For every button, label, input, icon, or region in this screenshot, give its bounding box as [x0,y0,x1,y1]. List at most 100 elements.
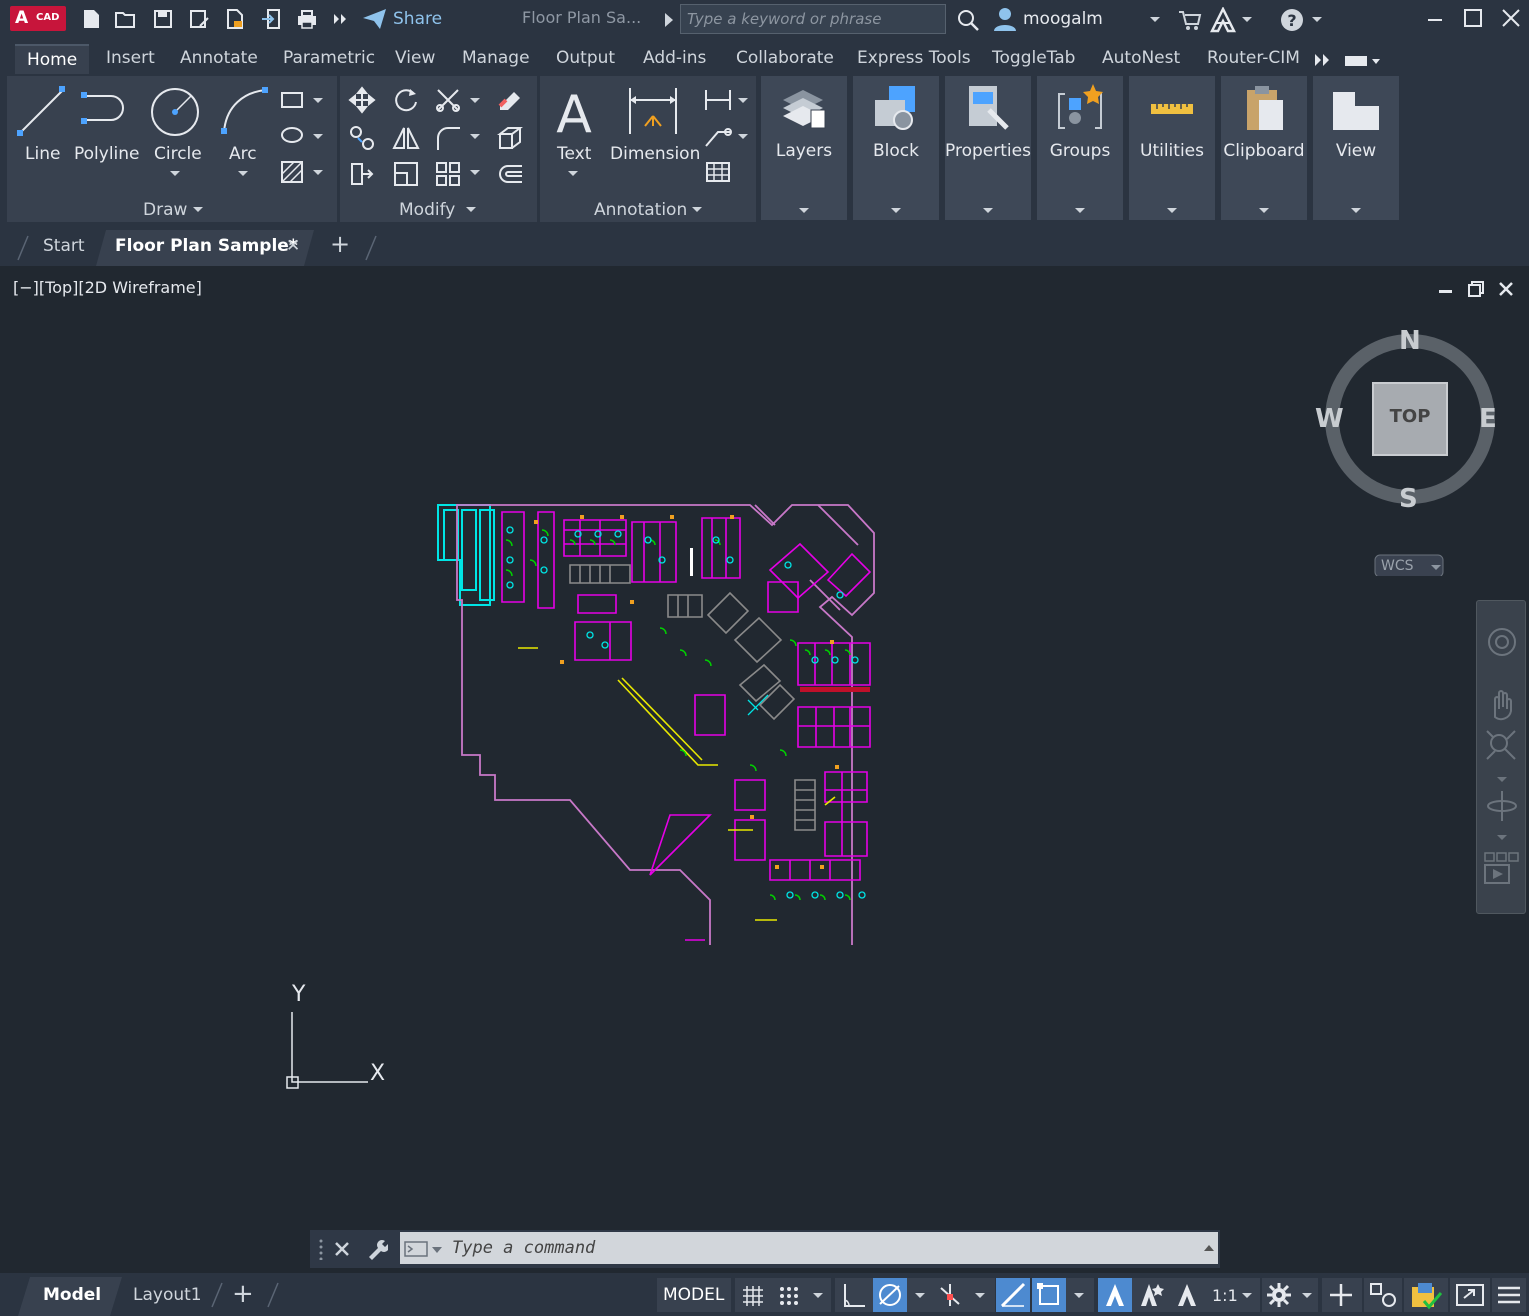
more-tabs-icon[interactable] [1314,53,1334,67]
cart-icon[interactable] [1178,9,1202,31]
mirror-icon[interactable] [392,124,420,152]
chevron-down-icon[interactable] [813,1293,823,1298]
search-input[interactable] [681,5,945,33]
arc-icon[interactable] [220,86,270,136]
add-layout-button[interactable]: + [232,1279,254,1309]
chevron-down-icon[interactable] [1242,17,1252,22]
polyline-icon[interactable] [79,90,133,130]
compass-south[interactable]: S [1399,484,1418,514]
groups-panel[interactable]: Groups [1037,76,1123,220]
hatch-icon[interactable] [280,160,304,184]
polyline-button[interactable]: Polyline [74,144,140,164]
tab-parametric[interactable]: Parametric [283,48,375,74]
clean-screen-button[interactable] [1450,1278,1490,1312]
fillet-icon[interactable] [434,124,462,152]
tab-add-ins[interactable]: Add-ins [643,48,706,74]
customization-menu-button[interactable] [1492,1278,1526,1312]
chevron-down-icon[interactable] [1497,777,1507,782]
ortho-icon[interactable] [841,1282,867,1308]
compass-west[interactable]: W [1315,404,1344,434]
snap-icon[interactable] [777,1284,801,1308]
maximize-icon[interactable] [1464,9,1482,27]
chevron-down-icon[interactable] [1150,17,1160,22]
lineweight-button[interactable] [996,1278,1030,1312]
chevron-down-icon[interactable] [915,1293,925,1298]
move-icon[interactable] [348,86,376,114]
circle-icon[interactable] [149,86,201,138]
search-box[interactable] [680,4,946,34]
chevron-down-icon[interactable] [1302,1293,1312,1298]
chevron-down-icon[interactable] [891,208,901,213]
chevron-down-icon[interactable] [193,207,203,212]
chevron-down-icon[interactable] [1259,208,1269,213]
model-space-button[interactable]: MODEL [657,1278,731,1312]
chevron-down-icon[interactable] [1431,565,1441,570]
trim-icon[interactable] [434,86,462,114]
array-icon[interactable] [496,124,524,152]
chevron-down-icon[interactable] [313,170,323,175]
isolate-objects-button[interactable] [1364,1278,1402,1312]
auto-scale-icon[interactable] [1138,1282,1164,1308]
linear-dim-icon[interactable] [704,88,732,112]
annotation-panel-title[interactable]: Annotation [594,200,687,220]
modify-panel-title[interactable]: Modify [399,200,455,220]
zoom-extents-icon[interactable] [1485,729,1519,763]
chevron-down-icon[interactable] [238,171,248,176]
open-folder-icon[interactable] [114,8,136,30]
copy-icon[interactable] [348,124,376,152]
steering-wheel-icon[interactable] [1487,627,1517,661]
draw-panel-title[interactable]: Draw [143,200,187,220]
new-file-icon[interactable] [80,8,102,30]
command-history-icon[interactable] [404,1241,444,1257]
selection-dropdown[interactable] [1066,1278,1094,1312]
chevron-down-icon[interactable] [1167,208,1177,213]
chevron-down-icon[interactable] [738,134,748,139]
chevron-down-icon[interactable] [470,98,480,103]
help-icon[interactable]: ? [1279,7,1305,33]
rotate-icon[interactable] [392,86,420,114]
rectangle-icon[interactable] [280,90,304,110]
chevron-down-icon[interactable] [1312,17,1322,22]
text-icon[interactable]: A [552,86,596,136]
tab-collaborate[interactable]: Collaborate [736,48,834,74]
floor-plan-drawing[interactable] [430,500,890,945]
viewport-minimize-icon[interactable] [1438,286,1454,294]
annotation-visibility-button[interactable] [1098,1278,1132,1312]
tab-autonest[interactable]: AutoNest [1102,48,1180,74]
chevron-down-icon[interactable] [983,208,993,213]
chevron-down-icon[interactable] [568,171,578,176]
hardware-acceleration-button[interactable] [1404,1278,1448,1312]
orbit-icon[interactable] [1485,789,1519,823]
chevron-down-icon[interactable] [313,134,323,139]
user-icon[interactable] [992,7,1018,31]
scale-icon[interactable] [392,160,420,188]
tab-floor-plan-sample[interactable]: Floor Plan Sample* [115,236,298,256]
dimension-icon[interactable] [626,86,680,136]
tab-start[interactable]: Start [43,236,85,256]
utilities-panel[interactable]: Utilities [1129,76,1215,220]
search-icon[interactable] [956,8,980,32]
circle-button[interactable]: Circle [154,144,202,164]
autodesk-icon[interactable] [1210,7,1236,33]
minimize-icon[interactable] [1428,16,1444,22]
chevron-down-icon[interactable] [799,208,809,213]
drawing-viewport[interactable]: [−][Top][2D Wireframe] N S E W TOP WCS Y… [5,270,1529,1273]
properties-panel[interactable]: Properties [945,76,1031,220]
viewport-controls[interactable]: [−][Top][2D Wireframe] [13,278,202,297]
ribbon-minimize-icon[interactable] [1344,54,1384,68]
chevron-down-icon[interactable] [1242,1293,1252,1298]
tab-annotate[interactable]: Annotate [180,48,258,74]
tab-toggletab[interactable]: ToggleTab [992,48,1075,74]
chevron-down-icon[interactable] [692,207,702,212]
chevron-down-icon[interactable] [466,207,476,212]
annotation-monitor-button[interactable] [1322,1278,1362,1312]
object-snap-icon[interactable] [937,1282,963,1308]
save-as-icon[interactable] [188,8,210,30]
gear-icon[interactable] [1266,1282,1292,1308]
chevron-down-icon[interactable] [738,98,748,103]
username[interactable]: moogalm [1023,9,1103,29]
pan-icon[interactable] [1487,687,1517,721]
chevron-down-icon[interactable] [470,134,480,139]
viewport-close-icon[interactable] [1498,281,1514,297]
grip-icon[interactable] [318,1238,324,1260]
